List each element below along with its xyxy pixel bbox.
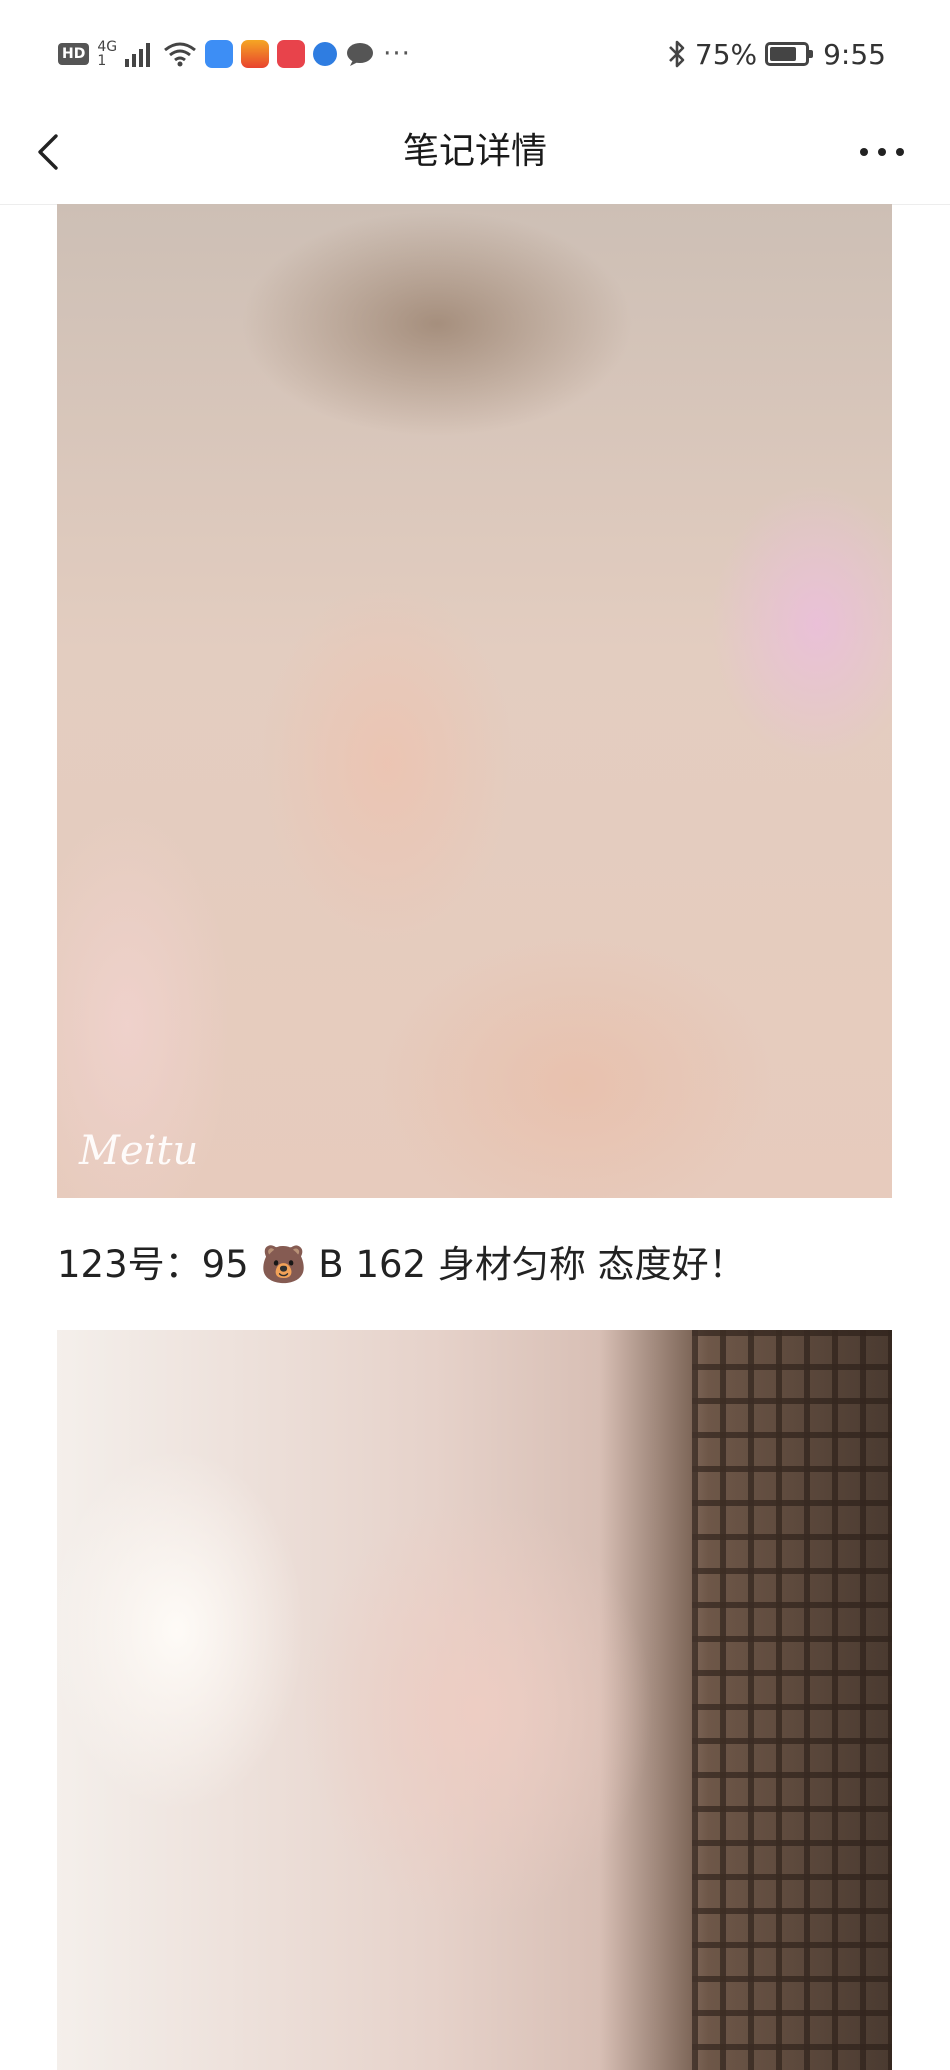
status-bar-left: HD 4G 1 ··· [58, 36, 411, 72]
network-sub-label: 1 [97, 53, 107, 69]
chevron-left-icon [38, 134, 58, 170]
note-photo-2[interactable] [57, 1330, 892, 2070]
status-bar-right: 75% 9:55 [667, 36, 886, 72]
book-app-icon [277, 40, 306, 68]
battery-level-fill [770, 47, 797, 61]
chat-bubble-icon [347, 43, 374, 66]
battery-percent: 75% [694, 37, 758, 71]
page-title: 笔记详情 [402, 131, 547, 172]
network-type: 4G 1 [97, 40, 117, 68]
store-app-icon [241, 40, 270, 68]
cloud-app-icon [205, 40, 234, 68]
photo-watermark: Meitu [79, 1128, 199, 1174]
nav-header: 笔记详情 [0, 100, 950, 205]
signal-icon [125, 43, 151, 67]
more-options-button[interactable] [854, 130, 910, 174]
back-button[interactable] [22, 124, 78, 180]
bluetooth-icon [668, 40, 685, 68]
note-photo-1[interactable]: Meitu [57, 204, 892, 1198]
clock: 9:55 [823, 37, 886, 71]
hd-badge: HD [58, 43, 90, 65]
more-horizontal-icon [860, 148, 904, 156]
browser-app-icon [313, 42, 338, 66]
battery-icon [765, 42, 814, 66]
wifi-icon [164, 42, 197, 67]
window-lattice-decoration [692, 1330, 892, 2070]
note-caption: 123号：95 🐻 B 162 身材匀称 态度好！ [57, 1243, 746, 1286]
more-notifications-icon: ··· [383, 39, 411, 69]
status-bar: HD 4G 1 ··· 75% 9:55 [0, 0, 950, 100]
network-label: 4G [97, 39, 118, 55]
